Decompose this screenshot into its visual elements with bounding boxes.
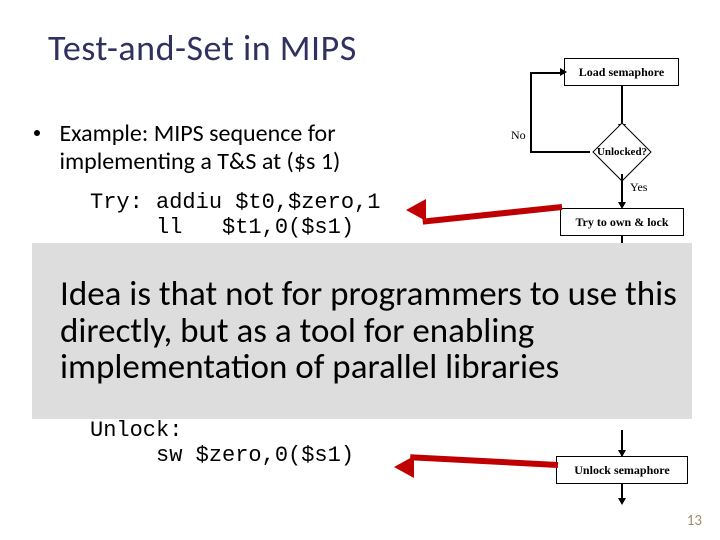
flow-connector [530, 151, 590, 153]
red-arrow-icon [388, 452, 568, 482]
overlay-text: Idea is that not for programmers to use … [32, 276, 692, 386]
slide: Test-and-Set in MIPS Example: MIPS seque… [0, 0, 720, 540]
flow-connector [530, 72, 532, 152]
bullet-item: Example: MIPS sequence for implementing … [34, 120, 340, 175]
flow-box-unlock: Unlock semaphore [556, 456, 688, 484]
flow-box-load: Load semaphore [564, 58, 679, 86]
slide-title: Test-and-Set in MIPS [48, 26, 357, 70]
bullet-line-1: Example: MIPS sequence for [59, 119, 335, 148]
code-block-try: Try: addiu $t0,$zero,1 ll $t1,0($s1) [90, 190, 380, 241]
flow-label-yes: Yes [630, 180, 647, 195]
bullet-text: Example: MIPS sequence for implementing … [59, 120, 340, 175]
flow-connector [621, 174, 623, 204]
code-block-unlock: Unlock: sw $zero,0($s1) [90, 418, 354, 469]
flow-arrowhead-icon [560, 68, 567, 76]
bullet-dot-icon [34, 130, 40, 136]
flow-label-no: No [511, 128, 526, 143]
flow-connector [621, 86, 623, 126]
flow-diamond-label: Unlocked? [597, 146, 647, 158]
flow-box-try: Try to own & lock [560, 208, 684, 236]
flow-arrowhead-icon [618, 450, 626, 457]
flow-diamond-unlocked: Unlocked? [590, 130, 654, 174]
flow-arrowhead-icon [618, 498, 626, 505]
page-number: 13 [687, 512, 702, 530]
flow-connector [530, 72, 564, 74]
bullet-line-2: implementing a T&S at ($s 1) [59, 147, 340, 176]
red-arrow-icon [400, 190, 570, 220]
overlay-note: Idea is that not for programmers to use … [32, 243, 692, 419]
